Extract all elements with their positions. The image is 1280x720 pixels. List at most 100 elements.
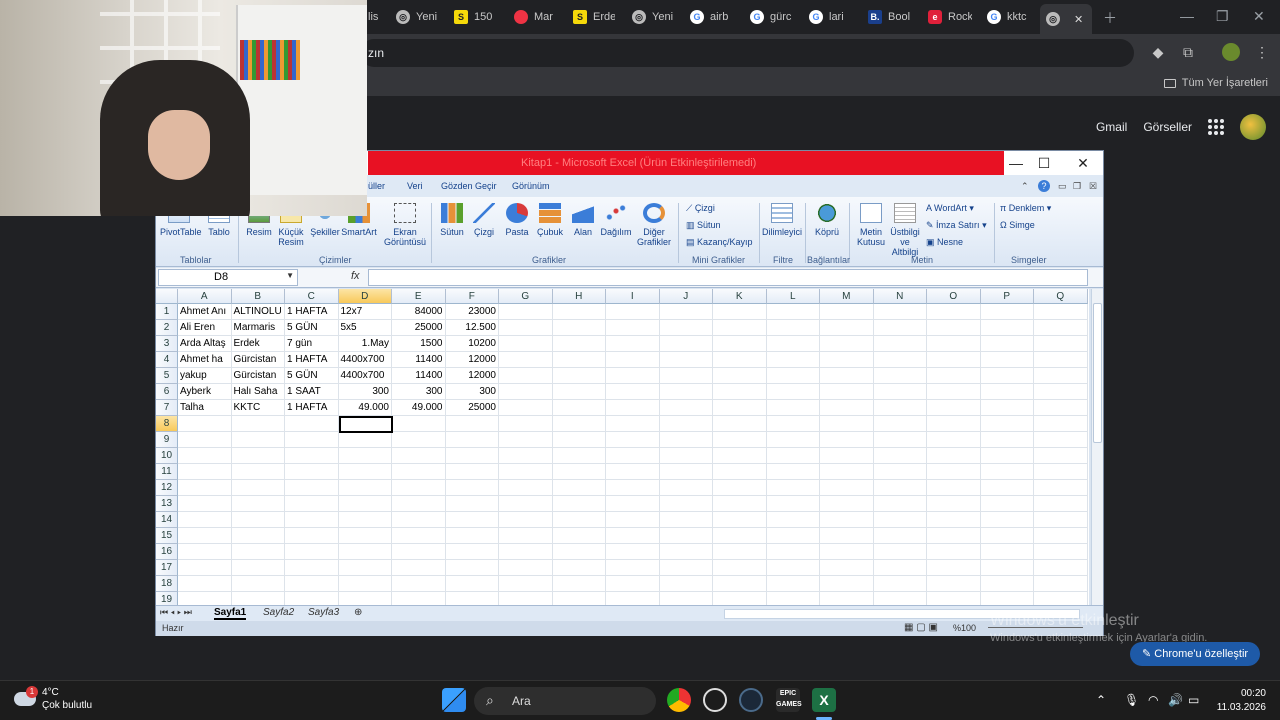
cell[interactable]	[980, 560, 1034, 576]
cell[interactable]	[713, 400, 767, 416]
cell[interactable]	[766, 544, 820, 560]
excel-close-icon[interactable]: ✕	[1073, 155, 1093, 172]
cell[interactable]	[392, 544, 446, 560]
cell[interactable]	[338, 448, 392, 464]
cell[interactable]	[606, 464, 660, 480]
cell[interactable]	[927, 368, 981, 384]
cell[interactable]: 25000	[392, 320, 446, 336]
vertical-scroll-thumb[interactable]	[1093, 303, 1102, 443]
cell[interactable]	[285, 512, 339, 528]
cell[interactable]	[1034, 320, 1088, 336]
cell[interactable]	[499, 544, 553, 560]
cell[interactable]	[499, 400, 553, 416]
new-tab-icon[interactable]: ＋	[1103, 8, 1117, 28]
app-icon[interactable]	[703, 688, 727, 712]
cell[interactable]	[499, 416, 553, 432]
cell[interactable]	[445, 576, 499, 592]
cell[interactable]	[820, 448, 874, 464]
dropdown-icon[interactable]: ▼	[286, 271, 294, 280]
cell[interactable]	[606, 384, 660, 400]
cell[interactable]	[873, 336, 927, 352]
cell[interactable]	[820, 432, 874, 448]
cell[interactable]	[713, 512, 767, 528]
cell[interactable]	[927, 560, 981, 576]
row-header[interactable]: 10	[156, 448, 178, 464]
cell[interactable]	[231, 512, 285, 528]
cell[interactable]	[606, 480, 660, 496]
row-header[interactable]: 8	[156, 416, 178, 432]
cell[interactable]	[980, 576, 1034, 592]
profile-icon[interactable]	[1222, 43, 1240, 61]
cell[interactable]: 23000	[445, 304, 499, 320]
cell[interactable]	[552, 400, 606, 416]
cell[interactable]: 49.000	[392, 400, 446, 416]
cell[interactable]	[873, 512, 927, 528]
cell[interactable]	[552, 512, 606, 528]
cell[interactable]	[1034, 576, 1088, 592]
other-charts-button[interactable]: Diğer Grafikler	[634, 203, 674, 247]
cell[interactable]: KKTC	[231, 400, 285, 416]
cell[interactable]	[606, 544, 660, 560]
cell[interactable]: 49.000	[338, 400, 392, 416]
row-header[interactable]: 16	[156, 544, 178, 560]
cell[interactable]	[659, 512, 713, 528]
cell[interactable]: yakup	[178, 368, 232, 384]
cell[interactable]: 1 HAFTA	[285, 352, 339, 368]
cell[interactable]	[552, 432, 606, 448]
cell[interactable]	[873, 576, 927, 592]
cell[interactable]	[927, 304, 981, 320]
tab-gorunum[interactable]: Görünüm	[512, 181, 550, 191]
cell[interactable]	[392, 528, 446, 544]
cell[interactable]	[980, 496, 1034, 512]
cell[interactable]: 4400x700	[338, 352, 392, 368]
cell[interactable]	[659, 528, 713, 544]
cell[interactable]	[713, 576, 767, 592]
cell[interactable]	[766, 528, 820, 544]
cell[interactable]	[552, 384, 606, 400]
cell[interactable]	[445, 464, 499, 480]
sheet-tab-sayfa1[interactable]: Sayfa1	[214, 607, 247, 620]
row-header[interactable]: 7	[156, 400, 178, 416]
cell[interactable]	[766, 496, 820, 512]
insert-function-icon[interactable]: fx	[351, 270, 360, 282]
column-header[interactable]: B	[231, 289, 285, 304]
cell[interactable]	[552, 304, 606, 320]
cell[interactable]	[1034, 528, 1088, 544]
battery-icon[interactable]: ▭	[1188, 693, 1199, 707]
cell[interactable]	[499, 304, 553, 320]
cell[interactable]	[927, 416, 981, 432]
cell[interactable]	[232, 592, 285, 605]
cell[interactable]	[659, 480, 713, 496]
excel-maximize-icon[interactable]: ☐	[1034, 155, 1054, 172]
cell[interactable]	[659, 496, 713, 512]
object-button[interactable]: ▣ Nesne	[926, 237, 963, 248]
cell[interactable]	[606, 432, 660, 448]
cell[interactable]	[285, 592, 339, 605]
cell[interactable]	[178, 416, 232, 432]
ribbon-collapse-icon[interactable]: ⌃	[1021, 181, 1029, 192]
excel-minimize-icon[interactable]: —	[1006, 155, 1026, 171]
cell[interactable]	[606, 352, 660, 368]
slicer-button[interactable]: Dilimleyici	[762, 203, 802, 237]
cell[interactable]: Arda Altaş	[178, 336, 232, 352]
cell[interactable]	[659, 544, 713, 560]
cell[interactable]: 11400	[392, 368, 446, 384]
column-header[interactable]: A	[178, 289, 232, 304]
cell[interactable]	[820, 512, 874, 528]
select-all-corner[interactable]	[156, 289, 178, 304]
cell[interactable]	[552, 528, 606, 544]
cell[interactable]	[766, 320, 820, 336]
cell[interactable]	[178, 432, 232, 448]
cell[interactable]	[178, 544, 232, 560]
cell[interactable]	[552, 576, 606, 592]
epic-games-icon[interactable]: EPIC GAMES	[776, 688, 802, 712]
cell[interactable]: Ahmet ha	[178, 352, 232, 368]
cell[interactable]	[873, 384, 927, 400]
address-bar[interactable]: zın	[360, 39, 1134, 67]
all-bookmarks[interactable]: Tüm Yer İşaretleri	[1163, 77, 1268, 89]
cell[interactable]	[231, 416, 285, 432]
tab-kktc[interactable]: Gkktc	[987, 6, 1029, 28]
cell[interactable]	[552, 448, 606, 464]
tab-lari[interactable]: Glari	[809, 6, 851, 28]
cell[interactable]	[820, 384, 874, 400]
